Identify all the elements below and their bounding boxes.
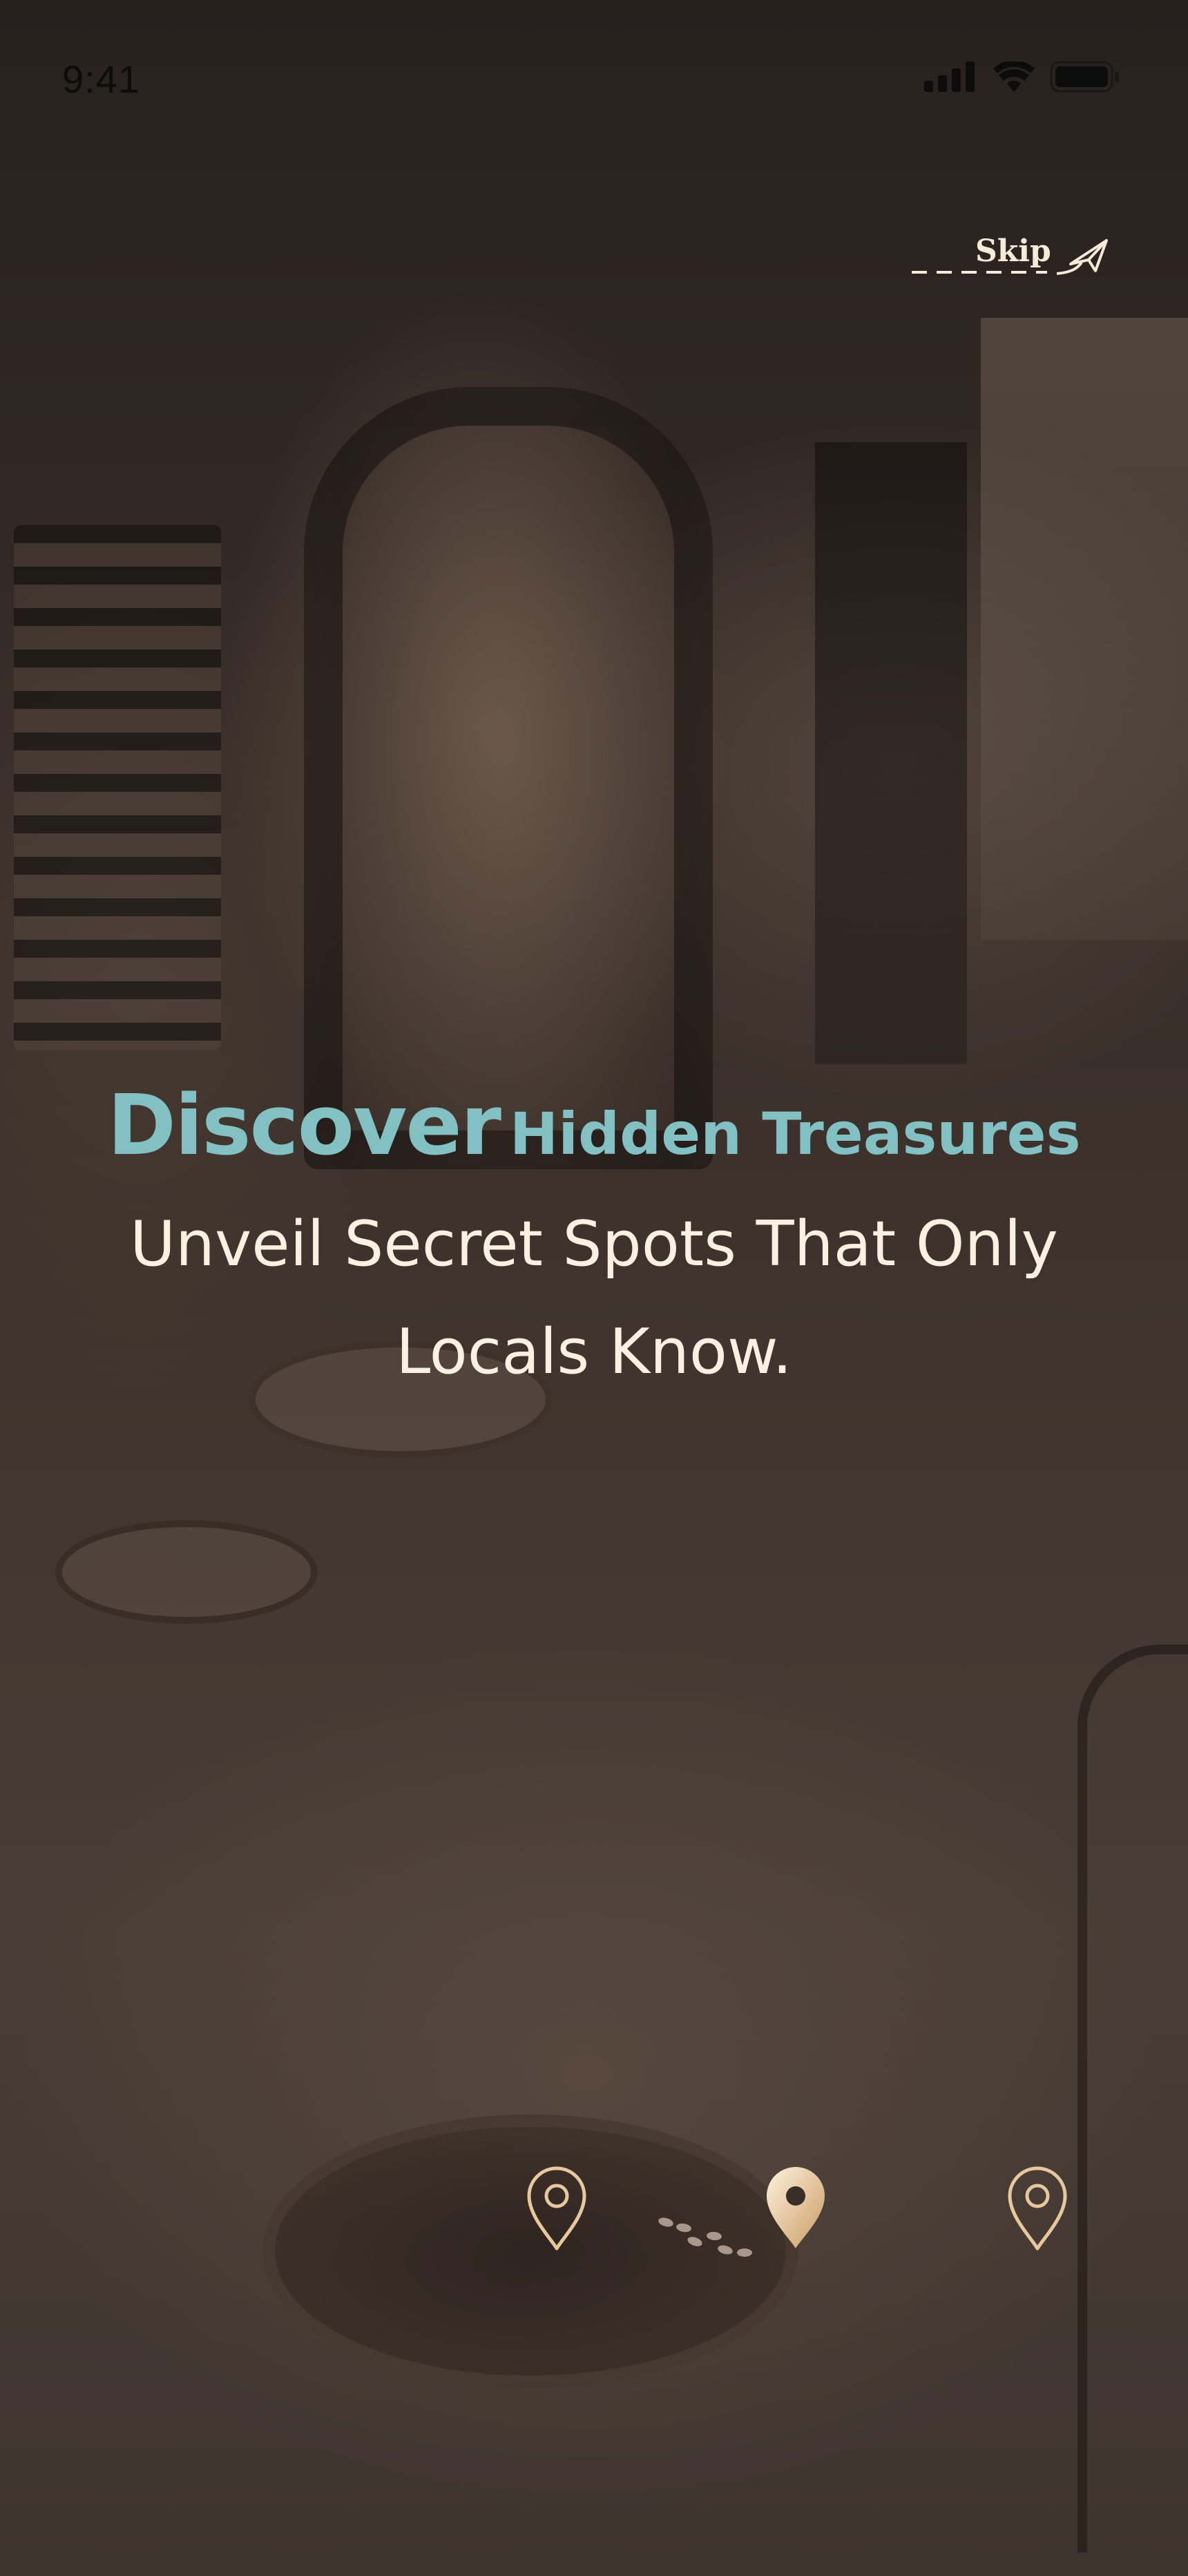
skip-label: Skip — [975, 234, 1051, 269]
onboarding-title: Discover Hidden Treasures — [0, 1078, 1188, 1174]
onboarding-subtitle: Unveil Secret Spots That Only Locals Kno… — [130, 1208, 1058, 1388]
title-rest: Hidden Treasures — [509, 1100, 1081, 1168]
skip-button[interactable]: Skip — [909, 229, 1109, 292]
status-icons — [924, 60, 1120, 95]
paper-plane-icon — [1068, 236, 1109, 278]
title-highlight: Discover — [107, 1078, 501, 1174]
wifi-icon — [993, 60, 1035, 95]
cellular-signal-icon — [924, 61, 978, 95]
page-dot-2-active[interactable] — [763, 2163, 829, 2253]
onboarding-screen: 9:41 Skip Discover Hidden Treasures Unve… — [0, 0, 1188, 2576]
status-bar: 9:41 — [0, 0, 1188, 159]
map-pin-icon — [524, 2163, 590, 2253]
onboarding-text: Discover Hidden Treasures Unveil Secret S… — [0, 1078, 1188, 1406]
footprints-icon — [656, 2211, 753, 2262]
page-dot-1[interactable] — [524, 2163, 590, 2253]
status-time: 9:41 — [62, 57, 140, 101]
battery-icon — [1050, 61, 1120, 95]
page-indicator — [0, 2163, 1188, 2273]
page-dot-3[interactable] — [1004, 2163, 1071, 2253]
map-pin-icon — [1004, 2163, 1071, 2253]
map-pin-icon — [763, 2163, 829, 2253]
